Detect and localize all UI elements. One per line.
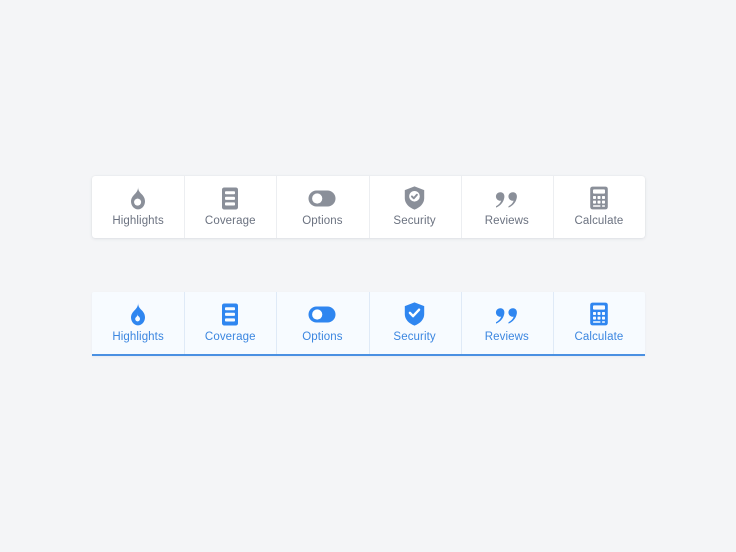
tab-security[interactable]: Security bbox=[368, 292, 461, 354]
tab-label: Calculate bbox=[574, 331, 624, 344]
toggle-icon bbox=[308, 186, 336, 210]
document-icon bbox=[220, 186, 240, 210]
tab-calculate[interactable]: Calculate bbox=[552, 176, 645, 238]
tab-label: Reviews bbox=[484, 215, 529, 228]
tab-label: Highlights bbox=[112, 215, 164, 228]
document-icon bbox=[220, 302, 240, 326]
tab-label: Coverage bbox=[204, 331, 256, 344]
tab-highlights[interactable]: Highlights bbox=[92, 292, 184, 354]
shield-check-icon bbox=[404, 302, 425, 326]
calculator-icon bbox=[589, 302, 609, 326]
tab-highlights[interactable]: Highlights bbox=[92, 176, 184, 238]
canvas: Highlights Coverage Options Security Rev… bbox=[0, 0, 736, 552]
shield-check-icon bbox=[404, 186, 425, 210]
tab-label: Calculate bbox=[574, 215, 624, 228]
tab-calculate[interactable]: Calculate bbox=[552, 292, 645, 354]
flame-icon bbox=[127, 186, 149, 210]
tab-options[interactable]: Options bbox=[276, 176, 368, 238]
tab-label: Security bbox=[393, 331, 436, 344]
tab-options[interactable]: Options bbox=[276, 292, 368, 354]
tabbar-active: Highlights Coverage Options Security Rev… bbox=[92, 292, 645, 356]
tab-label: Coverage bbox=[204, 215, 256, 228]
toggle-icon bbox=[308, 302, 336, 326]
flame-icon bbox=[127, 302, 149, 326]
quote-icon bbox=[494, 302, 520, 326]
tab-label: Options bbox=[302, 215, 343, 228]
calculator-icon bbox=[589, 186, 609, 210]
tab-label: Reviews bbox=[484, 331, 529, 344]
tab-reviews[interactable]: Reviews bbox=[460, 292, 553, 354]
tab-label: Options bbox=[302, 331, 343, 344]
tabbar-default: Highlights Coverage Options Security Rev… bbox=[92, 176, 645, 238]
tab-security[interactable]: Security bbox=[368, 176, 461, 238]
tab-coverage[interactable]: Coverage bbox=[184, 176, 276, 238]
tab-label: Highlights bbox=[112, 331, 164, 344]
quote-icon bbox=[494, 186, 520, 210]
tab-label: Security bbox=[393, 215, 436, 228]
tab-coverage[interactable]: Coverage bbox=[184, 292, 276, 354]
tab-reviews[interactable]: Reviews bbox=[460, 176, 553, 238]
